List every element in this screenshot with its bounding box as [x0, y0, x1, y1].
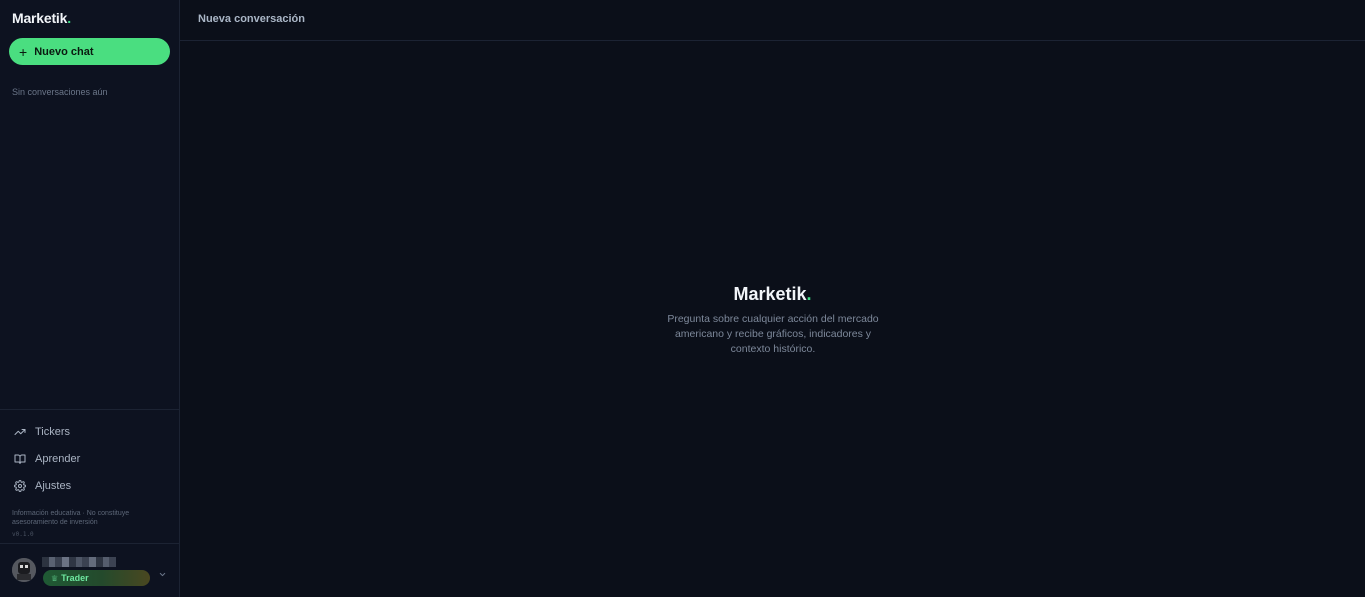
plan-badge[interactable]: ♕ Trader	[43, 570, 150, 586]
new-chat-button[interactable]: + Nuevo chat	[9, 38, 170, 65]
sidebar-item-ajustes[interactable]: Ajustes	[14, 480, 71, 492]
sidebar-item-tickers[interactable]: Tickers	[14, 426, 70, 438]
brand-name: Marketik	[733, 284, 807, 304]
brand-dot: .	[806, 284, 812, 304]
new-chat-label: Nuevo chat	[34, 45, 94, 58]
book-open-icon	[14, 453, 26, 465]
username-redacted	[42, 557, 117, 567]
brand-logo[interactable]: Marketik.	[12, 10, 71, 26]
sidebar-item-label: Tickers	[35, 426, 71, 438]
conversation-title: Nueva conversación	[198, 13, 305, 25]
sidebar-item-label: Aprender	[35, 453, 81, 465]
crown-icon: ♕	[51, 573, 59, 583]
chevron-down-icon[interactable]	[158, 566, 167, 577]
version-label: v0.1.0	[12, 531, 34, 538]
disclaimer-text: Información educativa · No constituye as…	[12, 510, 130, 526]
gear-icon	[14, 480, 26, 492]
welcome-brand: Marketik.	[580, 284, 965, 305]
plus-icon: +	[19, 43, 28, 60]
brand-dot: .	[67, 10, 71, 26]
conversations-empty-state: Sin conversaciones aún	[12, 87, 108, 97]
sidebar-divider	[0, 543, 179, 544]
sidebar-item-label: Ajustes	[35, 480, 72, 492]
sidebar-divider	[0, 409, 179, 410]
top-bar: Nueva conversación	[180, 0, 1365, 41]
welcome-description: Pregunta sobre cualquier acción del merc…	[667, 313, 879, 355]
avatar[interactable]	[12, 558, 36, 582]
trending-up-icon	[14, 426, 26, 438]
sidebar: Marketik. + Nuevo chat Sin conversacione…	[0, 0, 180, 597]
brand-name: Marketik	[12, 10, 68, 26]
plan-badge-label: Trader	[61, 573, 89, 583]
sidebar-item-aprender[interactable]: Aprender	[14, 453, 80, 465]
